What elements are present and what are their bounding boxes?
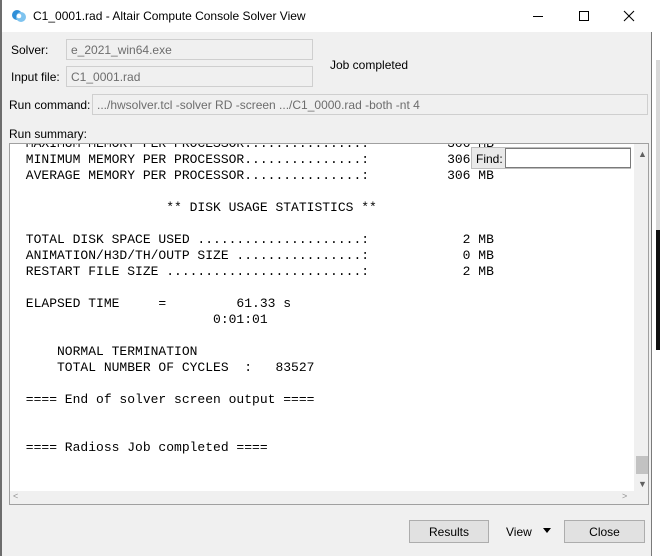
console-line: RESTART FILE SIZE ......................…	[18, 264, 494, 279]
console-output: MAXIMUM MEMORY PER PROCESSOR............…	[18, 143, 494, 456]
job-status-text: Job completed	[330, 58, 409, 72]
console-line: MAXIMUM MEMORY PER PROCESSOR............…	[18, 143, 494, 151]
scroll-left-icon[interactable]: <	[13, 491, 18, 501]
console-line: ANIMATION/H3D/TH/OUTP SIZE .............…	[18, 248, 494, 263]
scroll-right-icon[interactable]: >	[622, 491, 627, 501]
find-bar: Find:	[471, 147, 631, 169]
console-line: NORMAL TERMINATION	[18, 344, 198, 359]
minimize-button[interactable]	[515, 0, 561, 32]
input-file-label: Input file:	[11, 70, 60, 84]
console-line: TOTAL NUMBER OF CYCLES : 83527	[18, 360, 315, 375]
minimize-icon	[533, 16, 543, 17]
find-label: Find:	[476, 152, 503, 166]
altair-console-icon	[12, 10, 26, 22]
window-title: C1_0001.rad - Altair Compute Console Sol…	[33, 9, 306, 23]
view-label: View	[506, 524, 532, 539]
results-button[interactable]: Results	[409, 520, 489, 543]
run-summary-label: Run summary:	[9, 127, 88, 141]
chevron-down-icon	[543, 528, 551, 533]
console-line: AVERAGE MEMORY PER PROCESSOR............…	[18, 168, 494, 183]
solver-field: e_2021_win64.exe	[66, 39, 313, 60]
console-line: ** DISK USAGE STATISTICS **	[18, 200, 377, 215]
close-window-button[interactable]	[606, 0, 652, 32]
close-button[interactable]: Close	[564, 520, 645, 543]
scroll-down-icon[interactable]: ▼	[638, 479, 647, 489]
console-line: TOTAL DISK SPACE USED ..................…	[18, 232, 494, 247]
console-line: MINIMUM MEMORY PER PROCESSOR............…	[18, 152, 494, 167]
run-summary-console[interactable]: MAXIMUM MEMORY PER PROCESSOR............…	[9, 143, 649, 492]
solver-view-window: C1_0001.rad - Altair Compute Console Sol…	[2, 0, 652, 556]
maximize-button[interactable]	[561, 0, 607, 32]
view-menu-button[interactable]: View	[496, 520, 558, 543]
maximize-icon	[579, 11, 589, 21]
close-icon	[623, 10, 635, 22]
console-line: ==== End of solver screen output ====	[18, 392, 315, 407]
vertical-scrollbar[interactable]: ▲ ▼	[634, 144, 648, 492]
find-input[interactable]	[505, 148, 631, 168]
console-line: ELAPSED TIME = 61.33 s	[18, 296, 292, 311]
scroll-thumb[interactable]	[636, 456, 648, 474]
title-bar[interactable]: C1_0001.rad - Altair Compute Console Sol…	[2, 0, 652, 32]
solver-label: Solver:	[11, 43, 49, 57]
console-line: 0:01:01	[18, 312, 268, 327]
run-command-label: Run command:	[9, 98, 91, 112]
horizontal-scrollbar[interactable]: < >	[9, 491, 649, 505]
scroll-up-icon[interactable]: ▲	[638, 149, 647, 159]
background-window-strip	[652, 0, 660, 556]
run-command-field: .../hwsolver.tcl -solver RD -screen .../…	[92, 94, 648, 115]
console-line: ==== Radioss Job completed ====	[18, 440, 268, 455]
input-file-field: C1_0001.rad	[66, 66, 313, 87]
